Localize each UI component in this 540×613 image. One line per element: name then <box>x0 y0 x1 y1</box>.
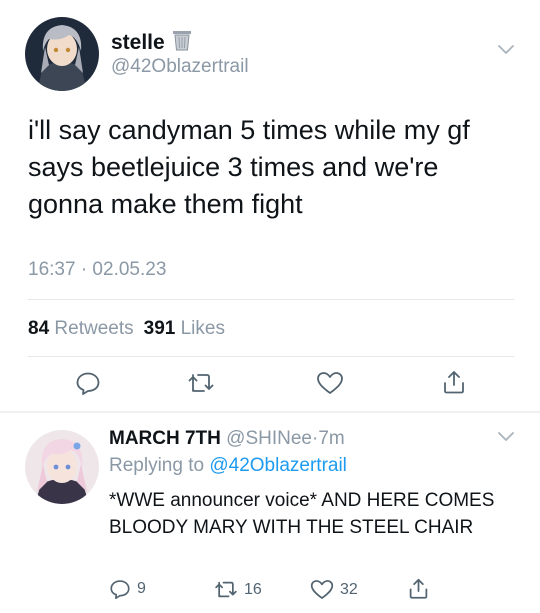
reply-icon <box>109 579 131 599</box>
reply-count: 9 <box>137 580 146 597</box>
reply-like-button[interactable]: 32 <box>310 579 358 600</box>
replying-to-handle[interactable]: @42Oblazertrail <box>209 455 347 476</box>
tweet-text: i'll say candyman 5 times while my gf sa… <box>28 115 470 219</box>
reply-author-handle[interactable]: @SHINee <box>226 428 312 449</box>
avatar[interactable] <box>25 17 99 91</box>
reply-age: 7m <box>318 428 345 449</box>
chevron-down-icon[interactable] <box>497 43 515 61</box>
reply-reply-button[interactable]: 9 <box>109 579 146 599</box>
chevron-down-icon[interactable] <box>497 430 515 448</box>
replying-to: Replying to @42Oblazertrail <box>109 455 347 476</box>
likes-stat[interactable]: 391 Likes <box>144 318 225 340</box>
retweet-icon <box>187 372 215 394</box>
section-divider <box>0 411 540 413</box>
reply-header: MARCH 7TH @SHINee·7m <box>109 428 345 450</box>
author-name[interactable]: stelle <box>111 31 165 55</box>
share-button[interactable] <box>442 369 466 395</box>
heart-icon <box>316 371 344 395</box>
author-handle[interactable]: @42Oblazertrail <box>111 56 249 78</box>
divider <box>28 356 514 357</box>
reply-icon <box>75 371 101 395</box>
reply-share-button[interactable] <box>408 577 429 600</box>
author-name-row: stelle <box>111 28 193 57</box>
heart-icon <box>310 579 334 600</box>
like-button[interactable] <box>316 371 344 395</box>
reply-avatar[interactable] <box>25 430 99 504</box>
engagement-stats: 84 Retweets 391 Likes <box>28 318 225 340</box>
retweets-stat[interactable]: 84 Retweets <box>28 318 134 340</box>
reply-author-name[interactable]: MARCH 7TH <box>109 428 221 449</box>
reply-button[interactable] <box>75 371 101 395</box>
retweet-button[interactable] <box>187 372 215 394</box>
retweet-count: 16 <box>244 580 262 598</box>
trash-can-icon <box>171 28 193 57</box>
like-count: 32 <box>340 580 358 598</box>
tweet-timestamp: 16:37 · 02.05.23 <box>28 259 167 280</box>
share-icon <box>408 577 429 600</box>
reply-retweet-button[interactable]: 16 <box>214 580 262 599</box>
reply-text: *WWE announcer voice* AND HERE COMES BLO… <box>109 490 495 538</box>
retweet-icon <box>214 580 238 599</box>
divider <box>28 299 514 300</box>
share-icon <box>442 369 466 395</box>
